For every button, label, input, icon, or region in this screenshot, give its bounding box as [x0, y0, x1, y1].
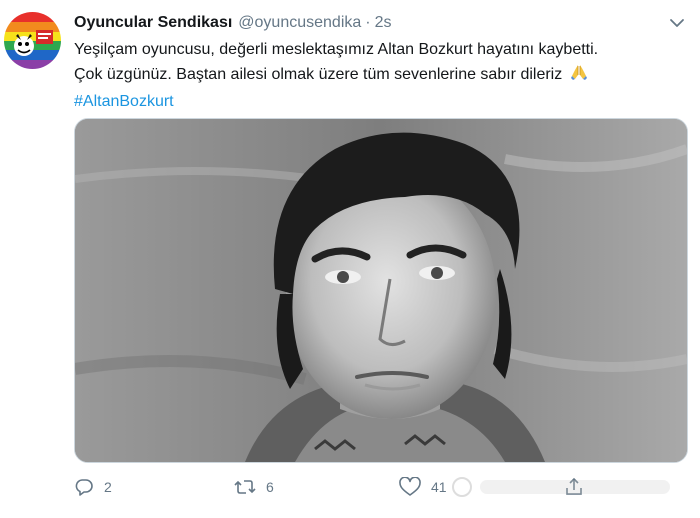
- chevron-down-icon: [670, 19, 684, 27]
- reply-button[interactable]: 2: [74, 474, 112, 500]
- reply-icon: [75, 479, 93, 496]
- more-options-button[interactable]: [668, 14, 686, 32]
- tweet-timestamp[interactable]: 2s: [375, 14, 392, 32]
- like-button[interactable]: 41: [399, 474, 447, 500]
- watermark: [448, 470, 678, 510]
- tweet-text-line-1: Yeşilçam oyuncusu, değerli meslektaşımız…: [74, 41, 599, 58]
- folded-hands-icon: [569, 62, 589, 90]
- tweet-text: Yeşilçam oyuncusu, değerli meslektaşımız…: [74, 38, 684, 114]
- tweet-photo[interactable]: [74, 118, 688, 463]
- reply-count: 2: [104, 479, 112, 495]
- separator-dot: ·: [365, 14, 371, 31]
- like-count: 41: [431, 479, 447, 495]
- account-handle[interactable]: @oyuncusendika: [238, 14, 361, 32]
- retweet-button[interactable]: 6: [234, 474, 274, 500]
- tweet-card[interactable]: Oyuncular Sendikası @oyuncusendika · 2s …: [0, 0, 700, 518]
- retweet-icon: [234, 480, 256, 494]
- avatar[interactable]: [4, 12, 61, 69]
- watermark-logo: [452, 477, 670, 497]
- tweet-text-line-2: Çok üzgünüz. Baştan ailesi olmak üzere t…: [74, 62, 684, 90]
- hashtag-link[interactable]: #AltanBozkurt: [74, 90, 684, 114]
- heart-icon: [399, 477, 421, 496]
- portrait-photo: [75, 119, 687, 462]
- union-logo-rainbow-icon: [4, 12, 61, 69]
- account-name[interactable]: Oyuncular Sendikası: [74, 14, 232, 32]
- tweet-header: Oyuncular Sendikası @oyuncusendika · 2s: [74, 12, 392, 34]
- retweet-count: 6: [266, 479, 274, 495]
- tweet-text-line-2-content: Çok üzgünüz. Baştan ailesi olmak üzere t…: [74, 66, 563, 83]
